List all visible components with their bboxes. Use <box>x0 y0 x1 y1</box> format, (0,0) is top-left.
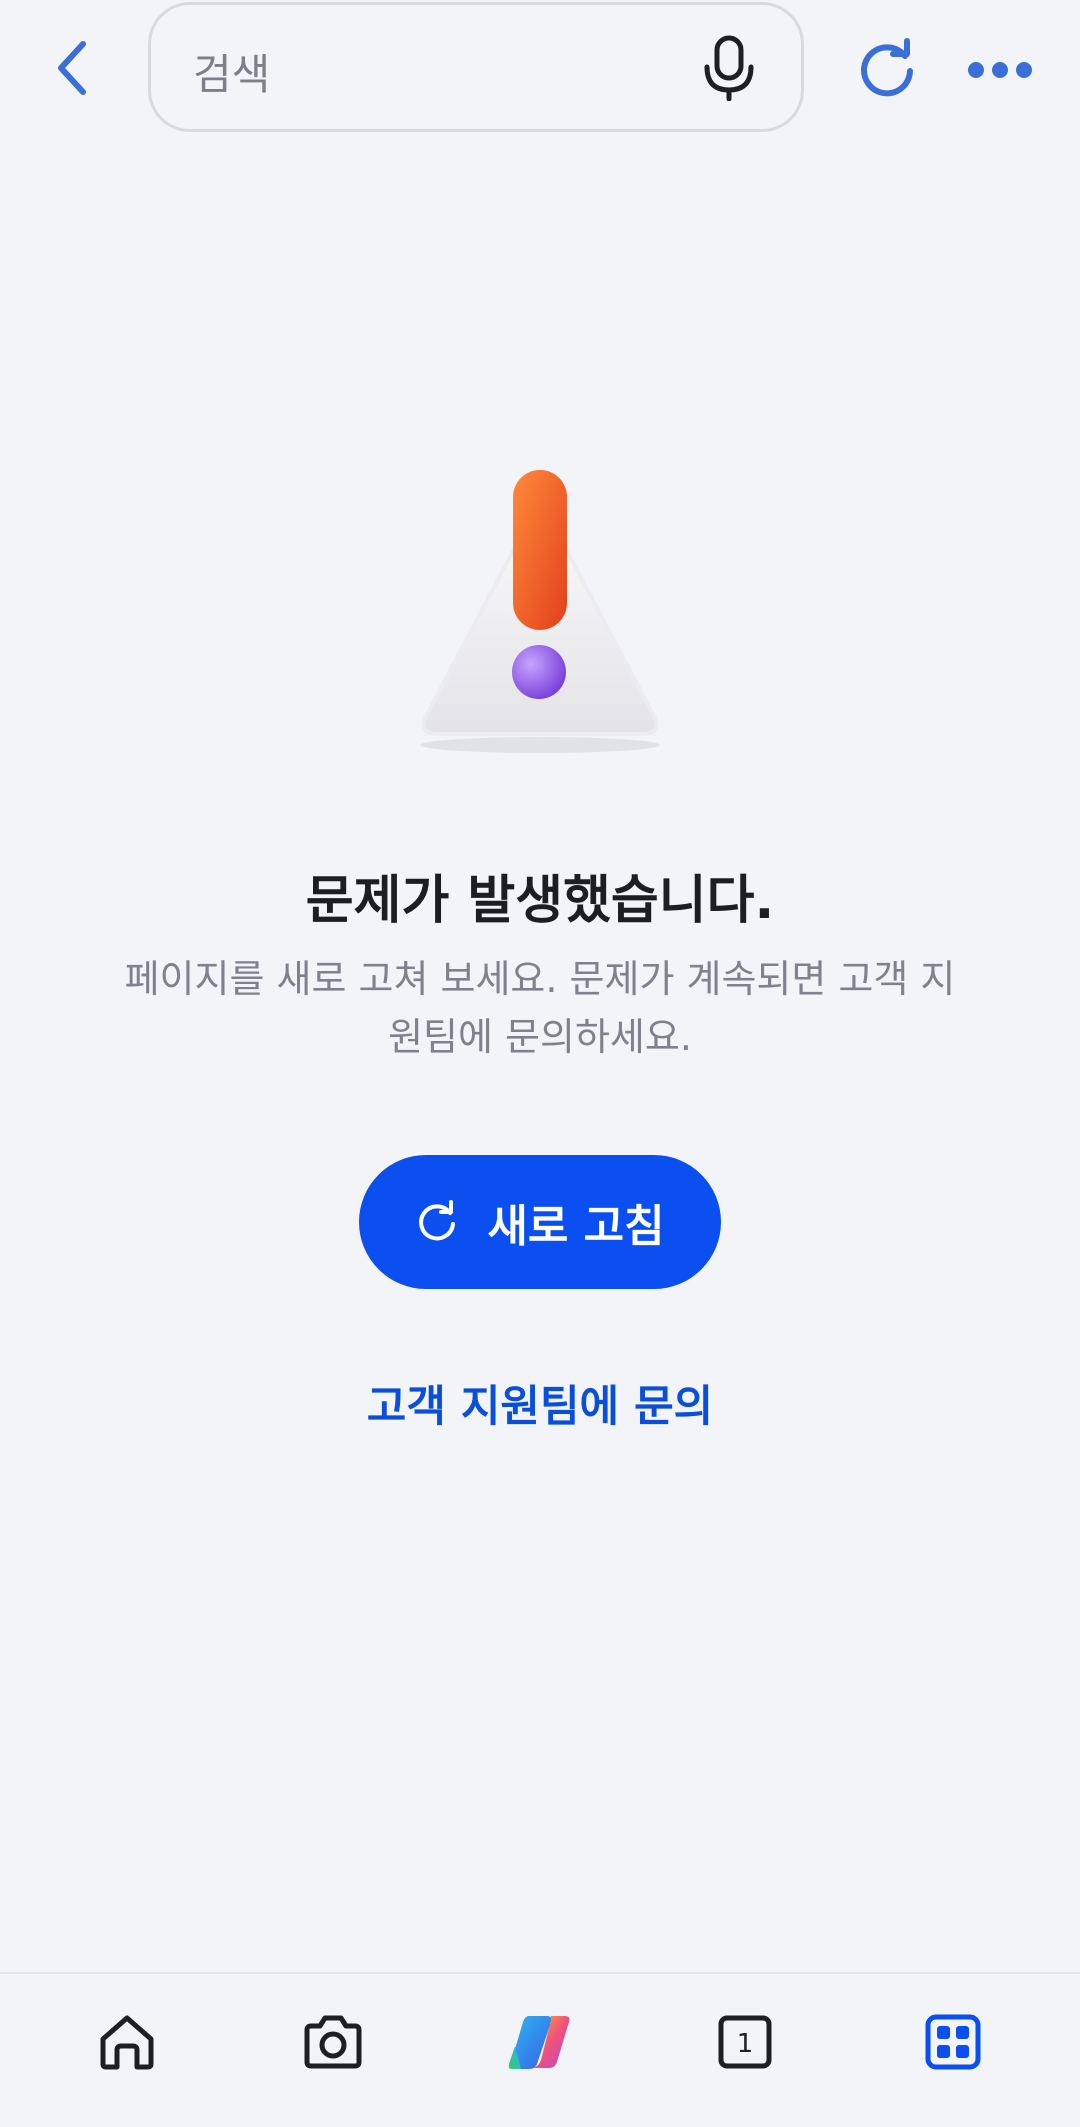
camera-icon <box>304 2015 362 2069</box>
nav-tabs-button[interactable]: 1 <box>705 2002 785 2082</box>
tab-count: 1 <box>737 2029 754 2059</box>
refresh-button[interactable]: 새로 고침 <box>359 1155 721 1289</box>
apps-icon <box>925 2014 981 2070</box>
bottom-nav: 1 <box>0 1972 1080 2127</box>
chevron-left-icon <box>58 41 86 95</box>
refresh-button-label: 새로 고침 <box>487 1201 665 1252</box>
search-placeholder: 검색 <box>193 50 271 99</box>
nav-camera-button[interactable] <box>293 2002 373 2082</box>
microphone-icon <box>704 35 754 101</box>
warning-illustration <box>390 460 690 760</box>
back-button[interactable] <box>38 28 108 108</box>
warning-icon <box>420 470 660 753</box>
nav-home-button[interactable] <box>87 2002 167 2082</box>
reload-icon <box>861 38 913 97</box>
contact-support-link[interactable]: 고객 지원팀에 문의 <box>0 1372 1080 1434</box>
nav-copilot-button[interactable] <box>500 2002 580 2082</box>
search-input[interactable]: 검색 <box>148 2 804 132</box>
copilot-icon <box>508 2016 570 2069</box>
refresh-icon <box>415 1200 459 1244</box>
reload-button[interactable] <box>852 30 922 106</box>
nav-apps-button[interactable] <box>913 2002 993 2082</box>
error-description: 페이지를 새로 고쳐 보세요. 문제가 계속되면 고객 지원팀에 문의하세요. <box>124 957 956 1059</box>
error-title: 문제가 발생했습니다. <box>305 871 775 931</box>
more-horizontal-icon <box>968 62 1032 78</box>
voice-search-button[interactable] <box>699 35 759 101</box>
tabs-icon: 1 <box>718 2015 772 2069</box>
top-bar: 검색 <box>0 0 1080 150</box>
home-icon <box>100 2015 154 2070</box>
more-menu-button[interactable] <box>962 40 1038 100</box>
